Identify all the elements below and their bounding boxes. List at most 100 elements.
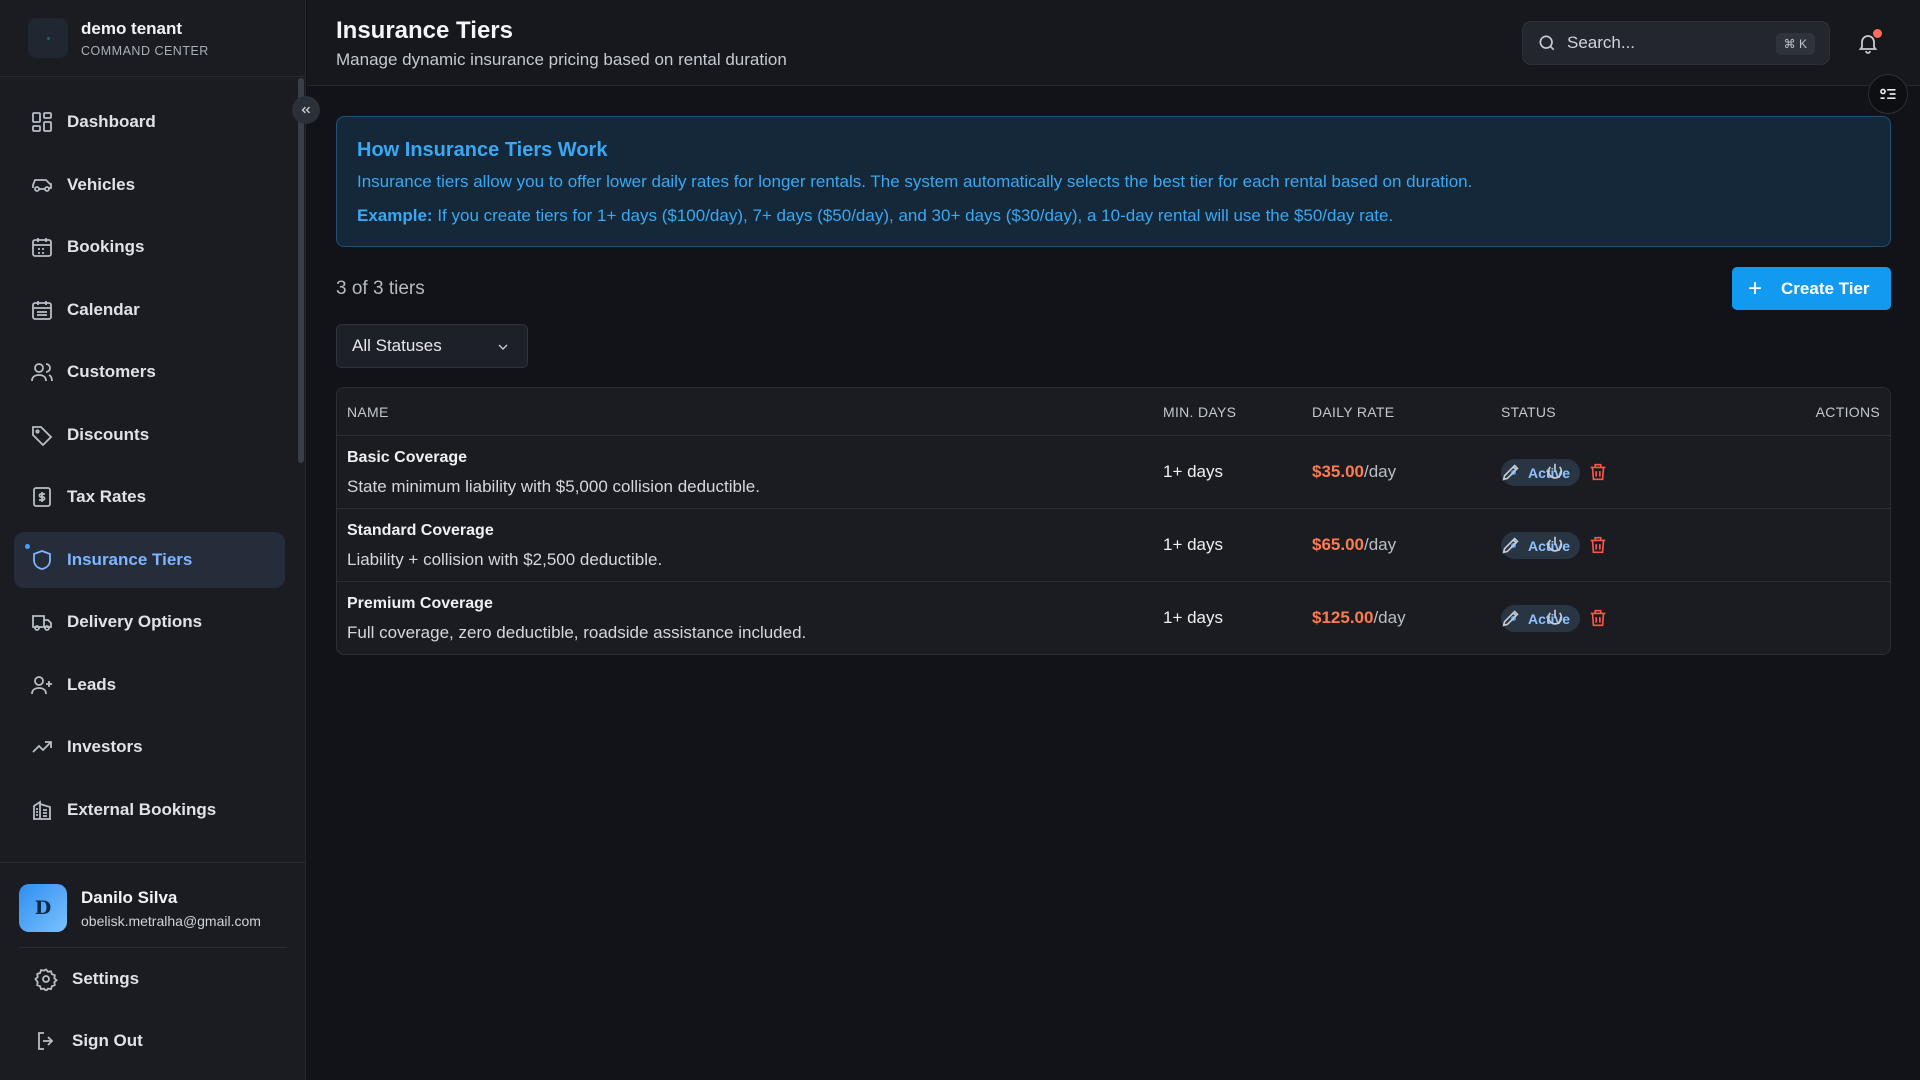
sidebar-scrollbar[interactable] xyxy=(298,78,304,463)
tier-name: Basic Coverage xyxy=(347,449,468,466)
page-title: Insurance Tiers xyxy=(336,17,513,44)
tier-name: Standard Coverage xyxy=(347,522,494,539)
rate-amount: $35.00 xyxy=(1312,462,1364,481)
rate-amount: $125.00 xyxy=(1312,608,1374,627)
create-tier-label: Create Tier xyxy=(1781,278,1870,298)
gear-icon xyxy=(34,968,58,991)
power-icon[interactable] xyxy=(1544,461,1566,483)
info-text: Insurance tiers allow you to offer lower… xyxy=(357,172,1473,191)
tier-min-days: 1+ days xyxy=(1163,462,1224,481)
sidebar-item-label: External Bookings xyxy=(67,799,217,819)
column-header-name: NAME xyxy=(347,404,389,420)
tier-description: Full coverage, zero deductible, roadside… xyxy=(347,623,807,642)
plus-icon: + xyxy=(1748,274,1763,302)
sidebar-item-investors[interactable]: Investors xyxy=(14,719,285,775)
page-subtitle: Manage dynamic insurance pricing based o… xyxy=(336,50,787,69)
sidebar-item-delivery-options[interactable]: Delivery Options xyxy=(14,594,285,650)
tier-daily-rate: $125.00/day xyxy=(1312,608,1406,628)
building-icon xyxy=(33,799,51,820)
trash-icon[interactable] xyxy=(1587,534,1609,556)
edit-icon[interactable] xyxy=(1500,534,1522,556)
sidebar-item-label: Calendar xyxy=(67,299,140,319)
user-profile[interactable]: D Danilo Silva obelisk.metralha@gmail.co… xyxy=(0,883,306,933)
tiers-table: NAME MIN. DAYS DAILY RATE STATUS ACTIONS… xyxy=(336,387,1891,655)
brand-title: demo tenant xyxy=(81,18,183,38)
calendar-icon xyxy=(32,238,52,257)
truck-icon xyxy=(32,615,52,631)
chevron-down-icon xyxy=(498,344,508,350)
status-filter-value: All Statuses xyxy=(352,336,442,355)
edit-icon[interactable] xyxy=(1500,461,1522,483)
info-title: How Insurance Tiers Work xyxy=(357,139,608,161)
sidebar-item-label: Bookings xyxy=(67,237,145,256)
sidebar-item-discounts[interactable]: Discounts xyxy=(14,407,285,463)
sidebar-item-label: Insurance Tiers xyxy=(67,549,193,569)
shield-icon xyxy=(33,549,51,570)
sidebar-item-label: Tax Rates xyxy=(67,487,147,506)
table-row[interactable]: Standard Coverage Liability + collision … xyxy=(337,509,1890,582)
receipt-icon xyxy=(33,487,51,507)
chevrons-left-icon xyxy=(301,106,310,114)
sidebar-item-label: Delivery Options xyxy=(67,612,203,631)
sidebar: demo tenant COMMAND CENTER Dashboard Veh… xyxy=(0,0,306,1080)
tier-description: State minimum liability with $5,000 coll… xyxy=(347,477,760,496)
tier-daily-rate: $35.00/day xyxy=(1312,462,1396,482)
search-icon xyxy=(1539,35,1555,51)
table-row[interactable]: Basic Coverage State minimum liability w… xyxy=(337,436,1890,509)
sidebar-item-vehicles[interactable]: Vehicles xyxy=(14,157,285,213)
brand-subtitle: COMMAND CENTER xyxy=(81,43,209,58)
tier-count: 3 of 3 tiers xyxy=(336,278,425,299)
rate-unit: /day xyxy=(1373,608,1406,627)
info-example-text: If you create tiers for 1+ days ($100/da… xyxy=(432,206,1394,225)
column-header-min-days: MIN. DAYS xyxy=(1163,404,1237,420)
column-header-actions: ACTIONS xyxy=(1815,404,1880,420)
sidebar-item-dashboard[interactable]: Dashboard xyxy=(14,94,285,150)
tier-description: Liability + collision with $2,500 deduct… xyxy=(347,550,663,569)
info-callout: How Insurance Tiers Work Insurance tiers… xyxy=(336,116,1891,247)
table-row[interactable]: Premium Coverage Full coverage, zero ded… xyxy=(337,582,1890,654)
avatar: D xyxy=(19,884,67,932)
create-tier-button[interactable]: + Create Tier xyxy=(1732,267,1891,310)
sidebar-item-external-bookings[interactable]: External Bookings xyxy=(14,782,285,838)
brand[interactable]: demo tenant COMMAND CENTER xyxy=(0,0,305,77)
table-header: NAME MIN. DAYS DAILY RATE STATUS ACTIONS xyxy=(337,388,1890,436)
calendar-grid-icon xyxy=(32,300,52,320)
tier-name: Premium Coverage xyxy=(347,595,493,612)
trending-up-icon xyxy=(32,741,52,753)
sign-out-button[interactable]: Sign Out xyxy=(0,1010,306,1072)
sidebar-item-leads[interactable]: Leads xyxy=(14,657,285,713)
tier-daily-rate: $65.00/day xyxy=(1312,535,1396,555)
trash-icon[interactable] xyxy=(1587,461,1609,483)
tier-min-days: 1+ days xyxy=(1163,535,1224,554)
trash-icon[interactable] xyxy=(1587,607,1609,629)
search-bar[interactable]: ⌘ K xyxy=(1522,21,1830,65)
sign-out-icon xyxy=(38,1032,54,1050)
tag-icon xyxy=(32,425,53,446)
sidebar-item-bookings[interactable]: Bookings xyxy=(14,219,285,275)
floating-menu-button[interactable] xyxy=(1868,74,1908,114)
power-icon[interactable] xyxy=(1544,534,1566,556)
column-header-daily-rate: DAILY RATE xyxy=(1312,404,1395,420)
sidebar-item-label: Customers xyxy=(67,362,156,381)
power-icon[interactable] xyxy=(1544,607,1566,629)
collapse-sidebar-button[interactable] xyxy=(292,96,320,124)
car-icon xyxy=(32,178,52,192)
rate-unit: /day xyxy=(1364,535,1397,554)
edit-icon[interactable] xyxy=(1500,607,1522,629)
status-filter-select[interactable]: All Statuses xyxy=(336,324,528,368)
sidebar-item-calendar[interactable]: Calendar xyxy=(14,282,285,338)
sidebar-item-insurance-tiers[interactable]: Insurance Tiers xyxy=(14,531,285,588)
sidebar-item-label: Discounts xyxy=(67,424,150,444)
column-header-status: STATUS xyxy=(1501,404,1556,420)
user-plus-icon xyxy=(31,675,52,694)
settings-button[interactable]: Settings xyxy=(0,948,306,1010)
info-example: Example: If you create tiers for 1+ days… xyxy=(357,206,1393,226)
search-input[interactable] xyxy=(1567,33,1767,53)
settings-label: Settings xyxy=(72,969,140,988)
sidebar-item-tax-rates[interactable]: Tax Rates xyxy=(14,469,285,525)
sidebar-item-label: Dashboard xyxy=(67,112,156,131)
users-icon xyxy=(31,363,53,382)
sidebar-item-customers[interactable]: Customers xyxy=(14,344,285,400)
sidebar-nav: Dashboard Vehicles Bookings Calendar Cus… xyxy=(14,94,285,844)
user-name: Danilo Silva xyxy=(81,887,178,907)
